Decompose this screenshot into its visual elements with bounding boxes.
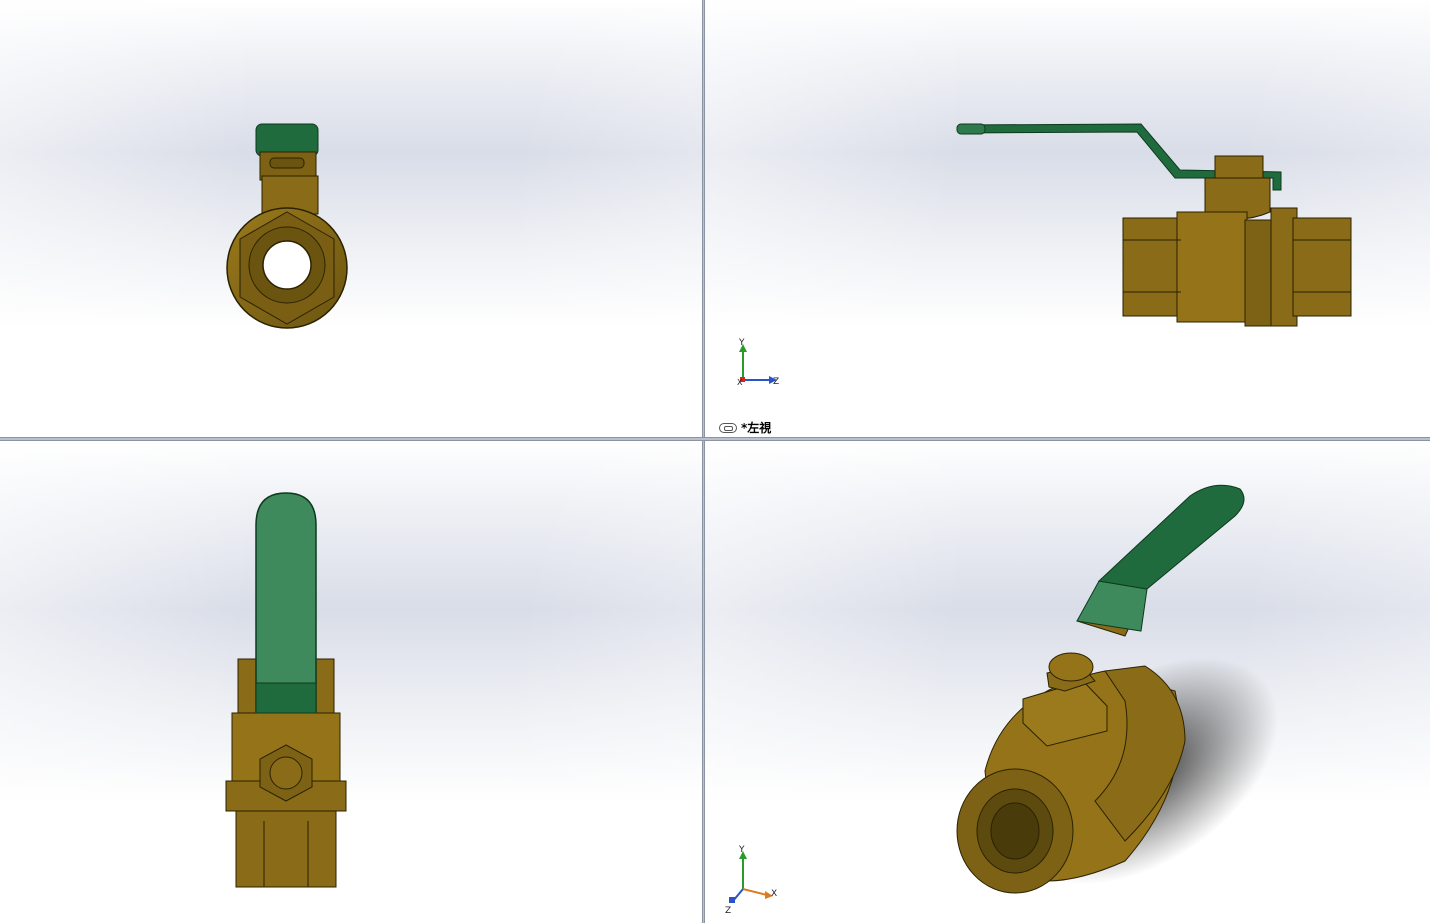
lever-handle xyxy=(1097,484,1245,590)
view-name-text: *左視 xyxy=(741,421,772,435)
viewport-left[interactable]: Y X Z *左視 xyxy=(705,0,1430,437)
valve-isometric-view: Y X Z xyxy=(725,484,1279,916)
handle-end xyxy=(255,123,319,157)
triad-label-z: Z xyxy=(725,906,731,916)
viewport-top[interactable] xyxy=(0,441,702,923)
link-view-icon[interactable] xyxy=(719,422,737,433)
viewport-splitter-vertical[interactable] xyxy=(702,0,705,923)
triad-label-x: X xyxy=(771,889,777,899)
bore-opening xyxy=(262,240,312,290)
axis-triad: Y X Z xyxy=(737,338,779,387)
valve-left-view: Y X Z xyxy=(737,123,1352,387)
axis-triad: Y X Z xyxy=(725,845,777,916)
viewport-splitter-horizontal[interactable] xyxy=(0,437,1430,441)
viewport-isometric[interactable]: Y X Z xyxy=(705,441,1430,923)
valve-front-view xyxy=(226,123,348,329)
view-name-label: *左視 xyxy=(719,419,771,436)
triad-label-y: Y xyxy=(738,338,745,348)
viewport-front[interactable] xyxy=(0,0,702,437)
triad-label-z: Z xyxy=(773,377,779,387)
lever-handle xyxy=(255,492,317,712)
valve-top-view xyxy=(225,492,347,888)
triad-label-x: X xyxy=(737,378,743,387)
triad-label-y: Y xyxy=(738,845,745,855)
